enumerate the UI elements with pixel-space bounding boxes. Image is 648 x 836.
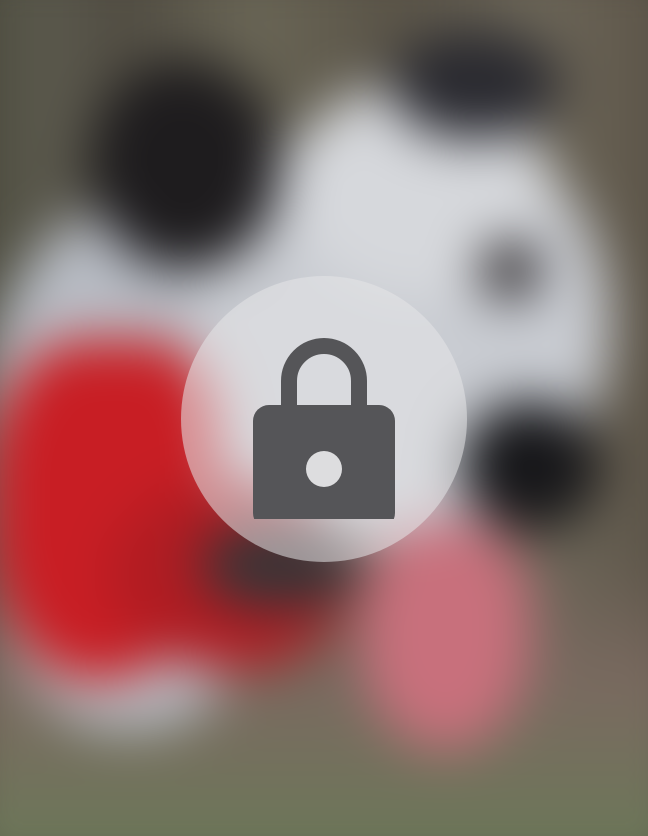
lock-icon <box>253 338 395 519</box>
keyhole <box>306 451 342 487</box>
unlock-button[interactable] <box>181 276 467 562</box>
locked-media-viewer <box>0 0 648 836</box>
